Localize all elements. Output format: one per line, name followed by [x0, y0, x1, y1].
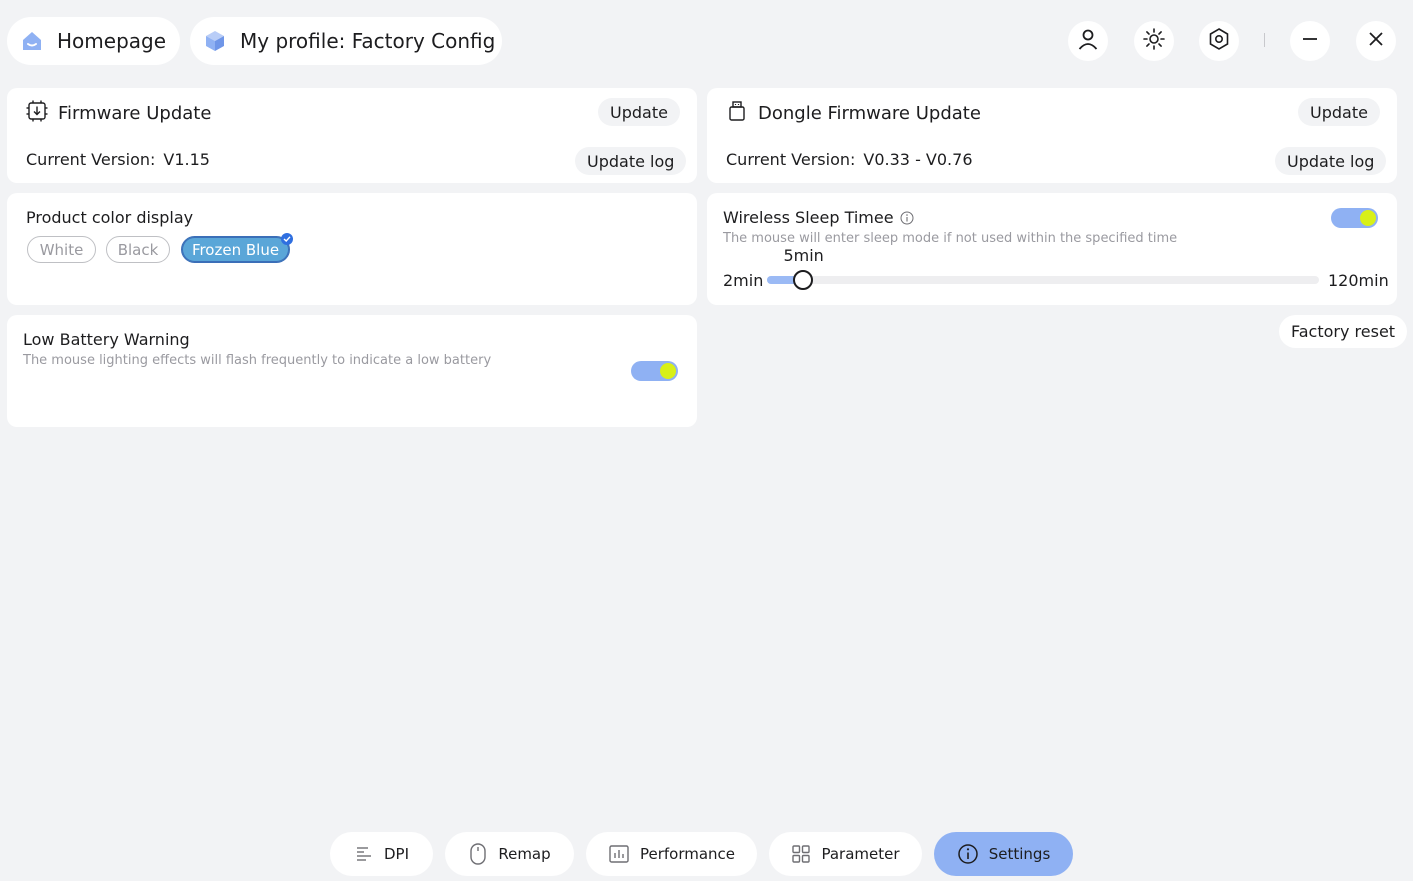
home-icon	[19, 28, 45, 54]
color-option-black[interactable]: Black	[106, 236, 170, 263]
sleep-slider[interactable]: 5min	[767, 246, 1319, 290]
nav-remap[interactable]: Remap	[445, 832, 574, 876]
user-icon	[1076, 27, 1100, 55]
color-option-white[interactable]: White	[27, 236, 96, 263]
product-color-title: Product color display	[26, 208, 194, 227]
low-battery-title: Low Battery Warning	[23, 330, 190, 349]
dongle-title: Dongle Firmware Update	[758, 102, 981, 124]
nav-parameter-label: Parameter	[821, 845, 900, 863]
nav-dpi[interactable]: DPI	[330, 832, 433, 876]
sleep-value-label: 5min	[783, 246, 824, 265]
close-icon	[1366, 29, 1386, 53]
nav-performance-label: Performance	[639, 845, 736, 863]
header-divider	[1264, 33, 1265, 47]
mouse-icon	[468, 843, 488, 865]
firmware-version-row: Current Version: V1.15	[26, 150, 210, 169]
dongle-version-label: Current Version:	[726, 150, 856, 169]
firmware-title: Firmware Update	[58, 102, 212, 124]
dongle-update-log-button[interactable]: Update log	[1275, 147, 1387, 175]
color-option-frozen-blue[interactable]: Frozen Blue	[181, 236, 290, 263]
nav-settings-label: Settings	[988, 845, 1051, 863]
low-battery-description: The mouse lighting effects will flash fr…	[23, 353, 492, 368]
factory-reset-button[interactable]: Factory reset	[1279, 315, 1408, 348]
cube-icon	[202, 28, 228, 54]
chip-download-icon	[26, 100, 48, 126]
dpi-icon	[354, 844, 374, 864]
nav-settings[interactable]: Settings	[934, 832, 1073, 876]
performance-icon	[608, 844, 630, 864]
sleep-slider-thumb[interactable]	[793, 270, 814, 290]
dongle-version-value: V0.33 - V0.76	[863, 150, 973, 169]
low-battery-toggle[interactable]	[631, 361, 678, 381]
grid-icon	[791, 844, 811, 864]
nav-dpi-label: DPI	[383, 845, 410, 863]
firmware-version-value: V1.15	[163, 150, 210, 169]
profile-label: My profile: Factory Config	[240, 29, 496, 53]
dongle-update-button[interactable]: Update	[1298, 98, 1380, 126]
firmware-update-button[interactable]: Update	[598, 98, 680, 126]
sleep-min-label: 2min	[723, 271, 764, 290]
product-color-card: Product color display White Black Frozen…	[7, 193, 697, 305]
selected-check-icon	[281, 233, 293, 245]
homepage-tab[interactable]: Homepage	[7, 17, 180, 65]
wireless-sleep-toggle[interactable]	[1331, 208, 1378, 228]
sun-icon	[1142, 27, 1166, 55]
hexagon-settings-icon	[1207, 27, 1231, 55]
info-icon	[957, 843, 979, 865]
wireless-sleep-title: Wireless Sleep Timee	[723, 208, 894, 227]
toggle-knob	[660, 363, 676, 379]
profile-tab[interactable]: My profile: Factory Config	[190, 17, 502, 65]
info-icon[interactable]	[900, 211, 914, 225]
nav-performance[interactable]: Performance	[586, 832, 757, 876]
firmware-version-label: Current Version:	[26, 150, 156, 169]
toggle-knob	[1360, 210, 1376, 226]
dongle-version-row: Current Version: V0.33 - V0.76	[726, 150, 973, 169]
dongle-firmware-card: Dongle Firmware Update Update Current Ve…	[707, 88, 1397, 183]
brightness-button[interactable]	[1134, 21, 1174, 61]
close-button[interactable]	[1356, 21, 1396, 61]
firmware-update-log-button[interactable]: Update log	[575, 147, 687, 175]
sleep-max-label: 120min	[1328, 271, 1389, 290]
settings-button[interactable]	[1199, 21, 1239, 61]
minimize-button[interactable]	[1290, 21, 1330, 61]
user-button[interactable]	[1068, 21, 1108, 61]
low-battery-card: Low Battery Warning The mouse lighting e…	[7, 315, 697, 427]
wireless-sleep-card: Wireless Sleep Timee The mouse will ente…	[707, 193, 1397, 305]
homepage-label: Homepage	[57, 29, 167, 53]
dongle-icon	[726, 100, 748, 126]
wireless-sleep-description: The mouse will enter sleep mode if not u…	[723, 231, 1178, 246]
firmware-update-card: Firmware Update Update Current Version: V…	[7, 88, 697, 183]
nav-parameter[interactable]: Parameter	[769, 832, 922, 876]
minimize-icon	[1300, 29, 1320, 53]
nav-remap-label: Remap	[498, 845, 551, 863]
